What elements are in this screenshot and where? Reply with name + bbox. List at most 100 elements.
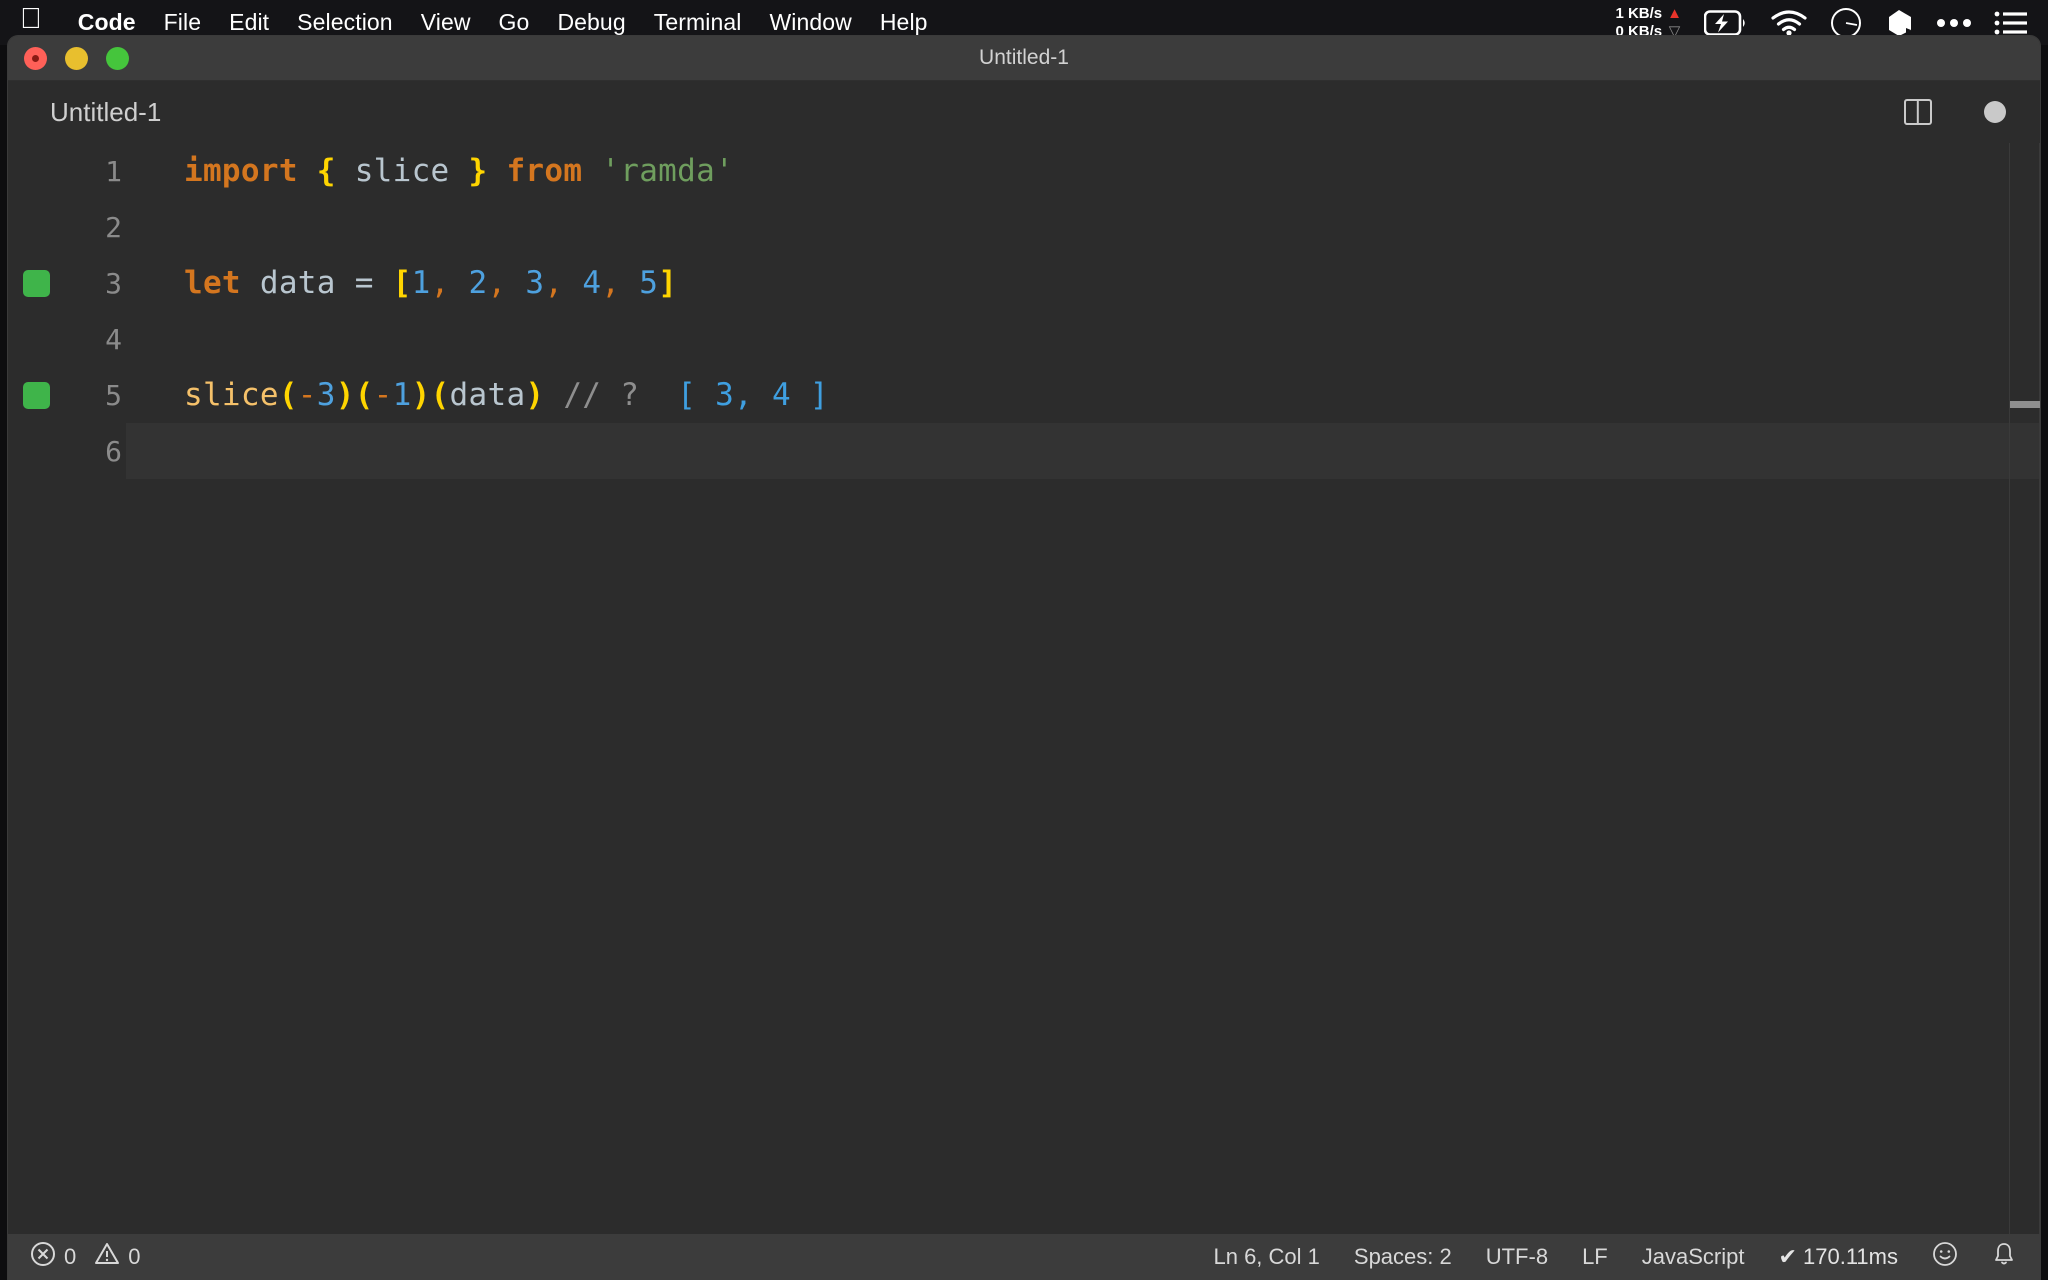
menu-item-code[interactable]: Code [64, 9, 150, 36]
code-line-content[interactable]: let data = [1, 2, 3, 4, 5] [126, 255, 2040, 311]
line-ending-setting[interactable]: LF [1582, 1244, 1608, 1270]
menu-item-window[interactable]: Window [755, 9, 865, 36]
green-run-marker-icon[interactable] [22, 381, 50, 409]
code-line-content[interactable] [126, 311, 2040, 367]
code-token-ident: data [259, 265, 336, 301]
code-token-punct: , [544, 265, 564, 301]
code-line-content[interactable]: slice(-3)(-1)(data) // ? [ 3, 4 ] [126, 367, 2040, 423]
clock-icon[interactable] [1830, 7, 1862, 39]
error-circle-icon [30, 1241, 56, 1273]
code-token-brace: ( [354, 377, 374, 413]
scrollbar-track-inner [2009, 143, 2010, 1234]
code-token-punct: , [601, 265, 621, 301]
code-token-number: 3 [316, 377, 336, 413]
code-token-punct: - [297, 377, 317, 413]
upload-arrow-icon: ▲ [1667, 4, 1682, 22]
code-token-brace: ( [430, 377, 450, 413]
line-number: 2 [105, 210, 122, 244]
code-token-brace: ) [411, 377, 431, 413]
maximize-button[interactable] [106, 46, 129, 70]
vscode-window: Untitled-1 Untitled-1 1 import { slice } … [8, 36, 2040, 1280]
code-token-brace: ] [658, 265, 678, 301]
battery-charging-icon[interactable] [1704, 9, 1748, 36]
minimize-button[interactable] [65, 46, 88, 70]
window-title: Untitled-1 [979, 46, 1069, 69]
menu-item-go[interactable]: Go [485, 9, 544, 36]
green-run-marker-icon[interactable] [22, 269, 50, 297]
editor-tab-label[interactable]: Untitled-1 [50, 97, 161, 128]
code-token-punct: , [487, 265, 507, 301]
code-token-operator: = [354, 265, 374, 301]
line-number: 1 [105, 154, 122, 188]
code-line-content[interactable] [126, 423, 2040, 479]
menu-item-file[interactable]: File [150, 9, 215, 36]
code-line[interactable]: 4 [8, 311, 2040, 367]
quokka-status[interactable]: ✔ 170.11ms [1778, 1244, 1898, 1270]
code-token-brace: { [316, 153, 336, 189]
code-token-comment: // ? [563, 377, 640, 413]
cursor-position[interactable]: Ln 6, Col 1 [1213, 1244, 1319, 1270]
split-editor-icon[interactable] [1904, 99, 1932, 125]
code-line[interactable]: 3 let data = [1, 2, 3, 4, 5] [8, 255, 2040, 311]
status-bar: 0 0 Ln 6, Col 1 Spaces: 2 UTF-8 LF JavaS… [8, 1234, 2040, 1280]
code-line[interactable]: 5 slice(-3)(-1)(data) // ? [ 3, 4 ] [8, 367, 2040, 423]
bell-icon[interactable] [1992, 1241, 2016, 1273]
gutter-marker-slot [8, 269, 64, 297]
code-line-content[interactable]: import { slice } from 'ramda' [126, 143, 2040, 199]
line-number: 3 [105, 266, 122, 300]
error-count: 0 [64, 1244, 77, 1269]
menu-item-selection[interactable]: Selection [283, 9, 407, 36]
apple-logo-icon[interactable]:  [20, 5, 42, 34]
line-number: 4 [105, 322, 122, 356]
code-token-func: slice [184, 377, 279, 413]
code-token-number: 1 [392, 377, 412, 413]
dropbox-icon[interactable] [1884, 8, 1914, 38]
menu-item-debug[interactable]: Debug [543, 9, 639, 36]
language-mode[interactable]: JavaScript [1642, 1244, 1745, 1270]
close-button[interactable] [24, 46, 47, 70]
code-token-number: 4 [582, 265, 602, 301]
encoding-setting[interactable]: UTF-8 [1486, 1244, 1548, 1270]
scrollbar-thumb[interactable] [2010, 401, 2040, 408]
problems-indicator[interactable]: 0 0 [30, 1241, 141, 1273]
menu-item-view[interactable]: View [407, 9, 485, 36]
unsaved-indicator-icon[interactable] [1984, 101, 2006, 123]
smiley-icon[interactable] [1932, 1241, 1958, 1273]
code-line[interactable]: 6 [8, 423, 2040, 479]
menu-item-terminal[interactable]: Terminal [640, 9, 756, 36]
editor-action-buttons [1904, 99, 2006, 125]
code-token-number: 3 [525, 265, 545, 301]
code-line[interactable]: 2 [8, 199, 2040, 255]
wifi-icon[interactable] [1770, 9, 1808, 36]
line-number: 5 [105, 378, 122, 412]
code-token-brace: } [468, 153, 488, 189]
code-token-keyword: let [184, 265, 241, 301]
ellipsis-icon[interactable] [1936, 17, 1972, 29]
code-line[interactable]: 1 import { slice } from 'ramda' [8, 143, 2040, 199]
warning-count: 0 [128, 1244, 141, 1269]
menu-item-edit[interactable]: Edit [215, 9, 283, 36]
code-token-brace: ) [335, 377, 355, 413]
code-line-content[interactable] [126, 199, 2040, 255]
menu-item-help[interactable]: Help [866, 9, 942, 36]
upload-speed-label: 1 KB/s [1615, 4, 1663, 22]
code-editor[interactable]: 1 import { slice } from 'ramda' 2 3 let data… [8, 143, 2040, 1234]
indentation-setting[interactable]: Spaces: 2 [1354, 1244, 1452, 1270]
code-token-result: [ 3, 4 ] [677, 377, 829, 413]
unsaved-dot-icon [32, 54, 39, 62]
control-center-list-icon[interactable] [1994, 10, 2028, 36]
code-token-punct: , [430, 265, 450, 301]
code-token-ident: slice [354, 153, 450, 189]
code-token-brace: [ [392, 265, 412, 301]
code-token-keyword: from [506, 153, 583, 189]
